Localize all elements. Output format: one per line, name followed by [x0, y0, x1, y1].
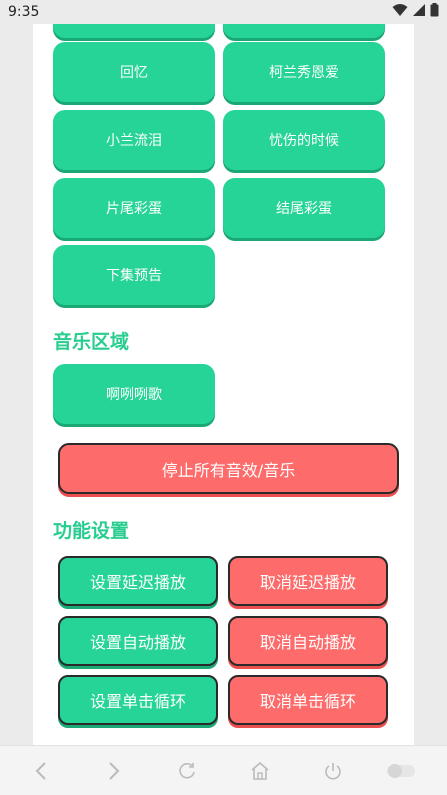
- function-button-label: 设置单击循环: [89, 692, 186, 711]
- set-delay-play-button[interactable]: 设置延迟播放: [58, 556, 218, 606]
- function-button-label: 取消自动播放: [259, 633, 356, 652]
- cancel-delay-play-button[interactable]: 取消延迟播放: [228, 556, 388, 606]
- sound-button-label: 下集预告: [106, 268, 162, 284]
- signal-icon: [413, 4, 425, 16]
- stop-all-label: 停止所有音效/音乐: [161, 460, 296, 480]
- refresh-button[interactable]: [174, 758, 200, 784]
- status-icons: [392, 3, 439, 17]
- sound-button-tears[interactable]: 小兰流泪: [53, 110, 215, 170]
- sound-button-partial-left[interactable]: [53, 24, 215, 38]
- power-button[interactable]: [320, 758, 346, 784]
- function-section-title: 功能设置: [53, 520, 130, 542]
- battery-icon: [430, 3, 439, 17]
- sound-button-partial-right[interactable]: [223, 24, 385, 38]
- bottom-nav-bar: [0, 745, 447, 795]
- set-auto-play-button[interactable]: 设置自动播放: [58, 616, 218, 666]
- sound-button-label: 柯兰秀恩爱: [269, 65, 339, 81]
- sound-button-label: 小兰流泪: [106, 133, 162, 149]
- sound-button-label: 片尾彩蛋: [106, 201, 162, 217]
- back-icon: [35, 762, 46, 780]
- sound-button-label: 忧伤的时候: [269, 133, 339, 149]
- sound-button-love[interactable]: 柯兰秀恩爱: [223, 42, 385, 102]
- set-click-loop-button[interactable]: 设置单击循环: [58, 675, 218, 725]
- sound-button-sad[interactable]: 忧伤的时候: [223, 110, 385, 170]
- toggle-icon: [387, 764, 415, 778]
- sound-button-label: 结尾彩蛋: [276, 201, 332, 217]
- cancel-auto-play-button[interactable]: 取消自动播放: [228, 616, 388, 666]
- refresh-icon: [179, 763, 195, 779]
- stop-all-button[interactable]: 停止所有音效/音乐: [58, 443, 399, 494]
- function-button-label: 设置自动播放: [89, 633, 186, 652]
- content-panel[interactable]: 回忆 柯兰秀恩爱 小兰流泪 忧伤的时候 片尾彩蛋 结尾彩蛋 下集预告 音乐区域 …: [33, 24, 414, 745]
- music-section-title: 音乐区域: [53, 331, 130, 353]
- function-button-label: 取消单击循环: [259, 692, 356, 711]
- power-icon: [325, 763, 341, 780]
- forward-icon: [109, 762, 120, 780]
- wifi-icon: [392, 4, 408, 16]
- function-button-label: 取消延迟播放: [259, 573, 356, 592]
- status-time: 9:35: [8, 4, 40, 20]
- sound-button-credits-egg[interactable]: 片尾彩蛋: [53, 178, 215, 238]
- music-button-areare[interactable]: 啊咧咧歌: [53, 364, 215, 424]
- sound-button-memories[interactable]: 回忆: [53, 42, 215, 102]
- back-button[interactable]: [28, 758, 54, 784]
- function-button-label: 设置延迟播放: [89, 573, 186, 592]
- sound-button-ending-egg[interactable]: 结尾彩蛋: [223, 178, 385, 238]
- home-button[interactable]: [247, 758, 273, 784]
- sound-button-label: 回忆: [120, 65, 148, 81]
- music-button-label: 啊咧咧歌: [106, 387, 162, 403]
- cancel-click-loop-button[interactable]: 取消单击循环: [228, 675, 388, 725]
- home-icon: [251, 761, 269, 780]
- sound-button-preview[interactable]: 下集预告: [53, 245, 215, 305]
- status-bar: 9:35: [0, 0, 447, 24]
- toggle-switch[interactable]: [386, 758, 418, 784]
- forward-button[interactable]: [101, 758, 127, 784]
